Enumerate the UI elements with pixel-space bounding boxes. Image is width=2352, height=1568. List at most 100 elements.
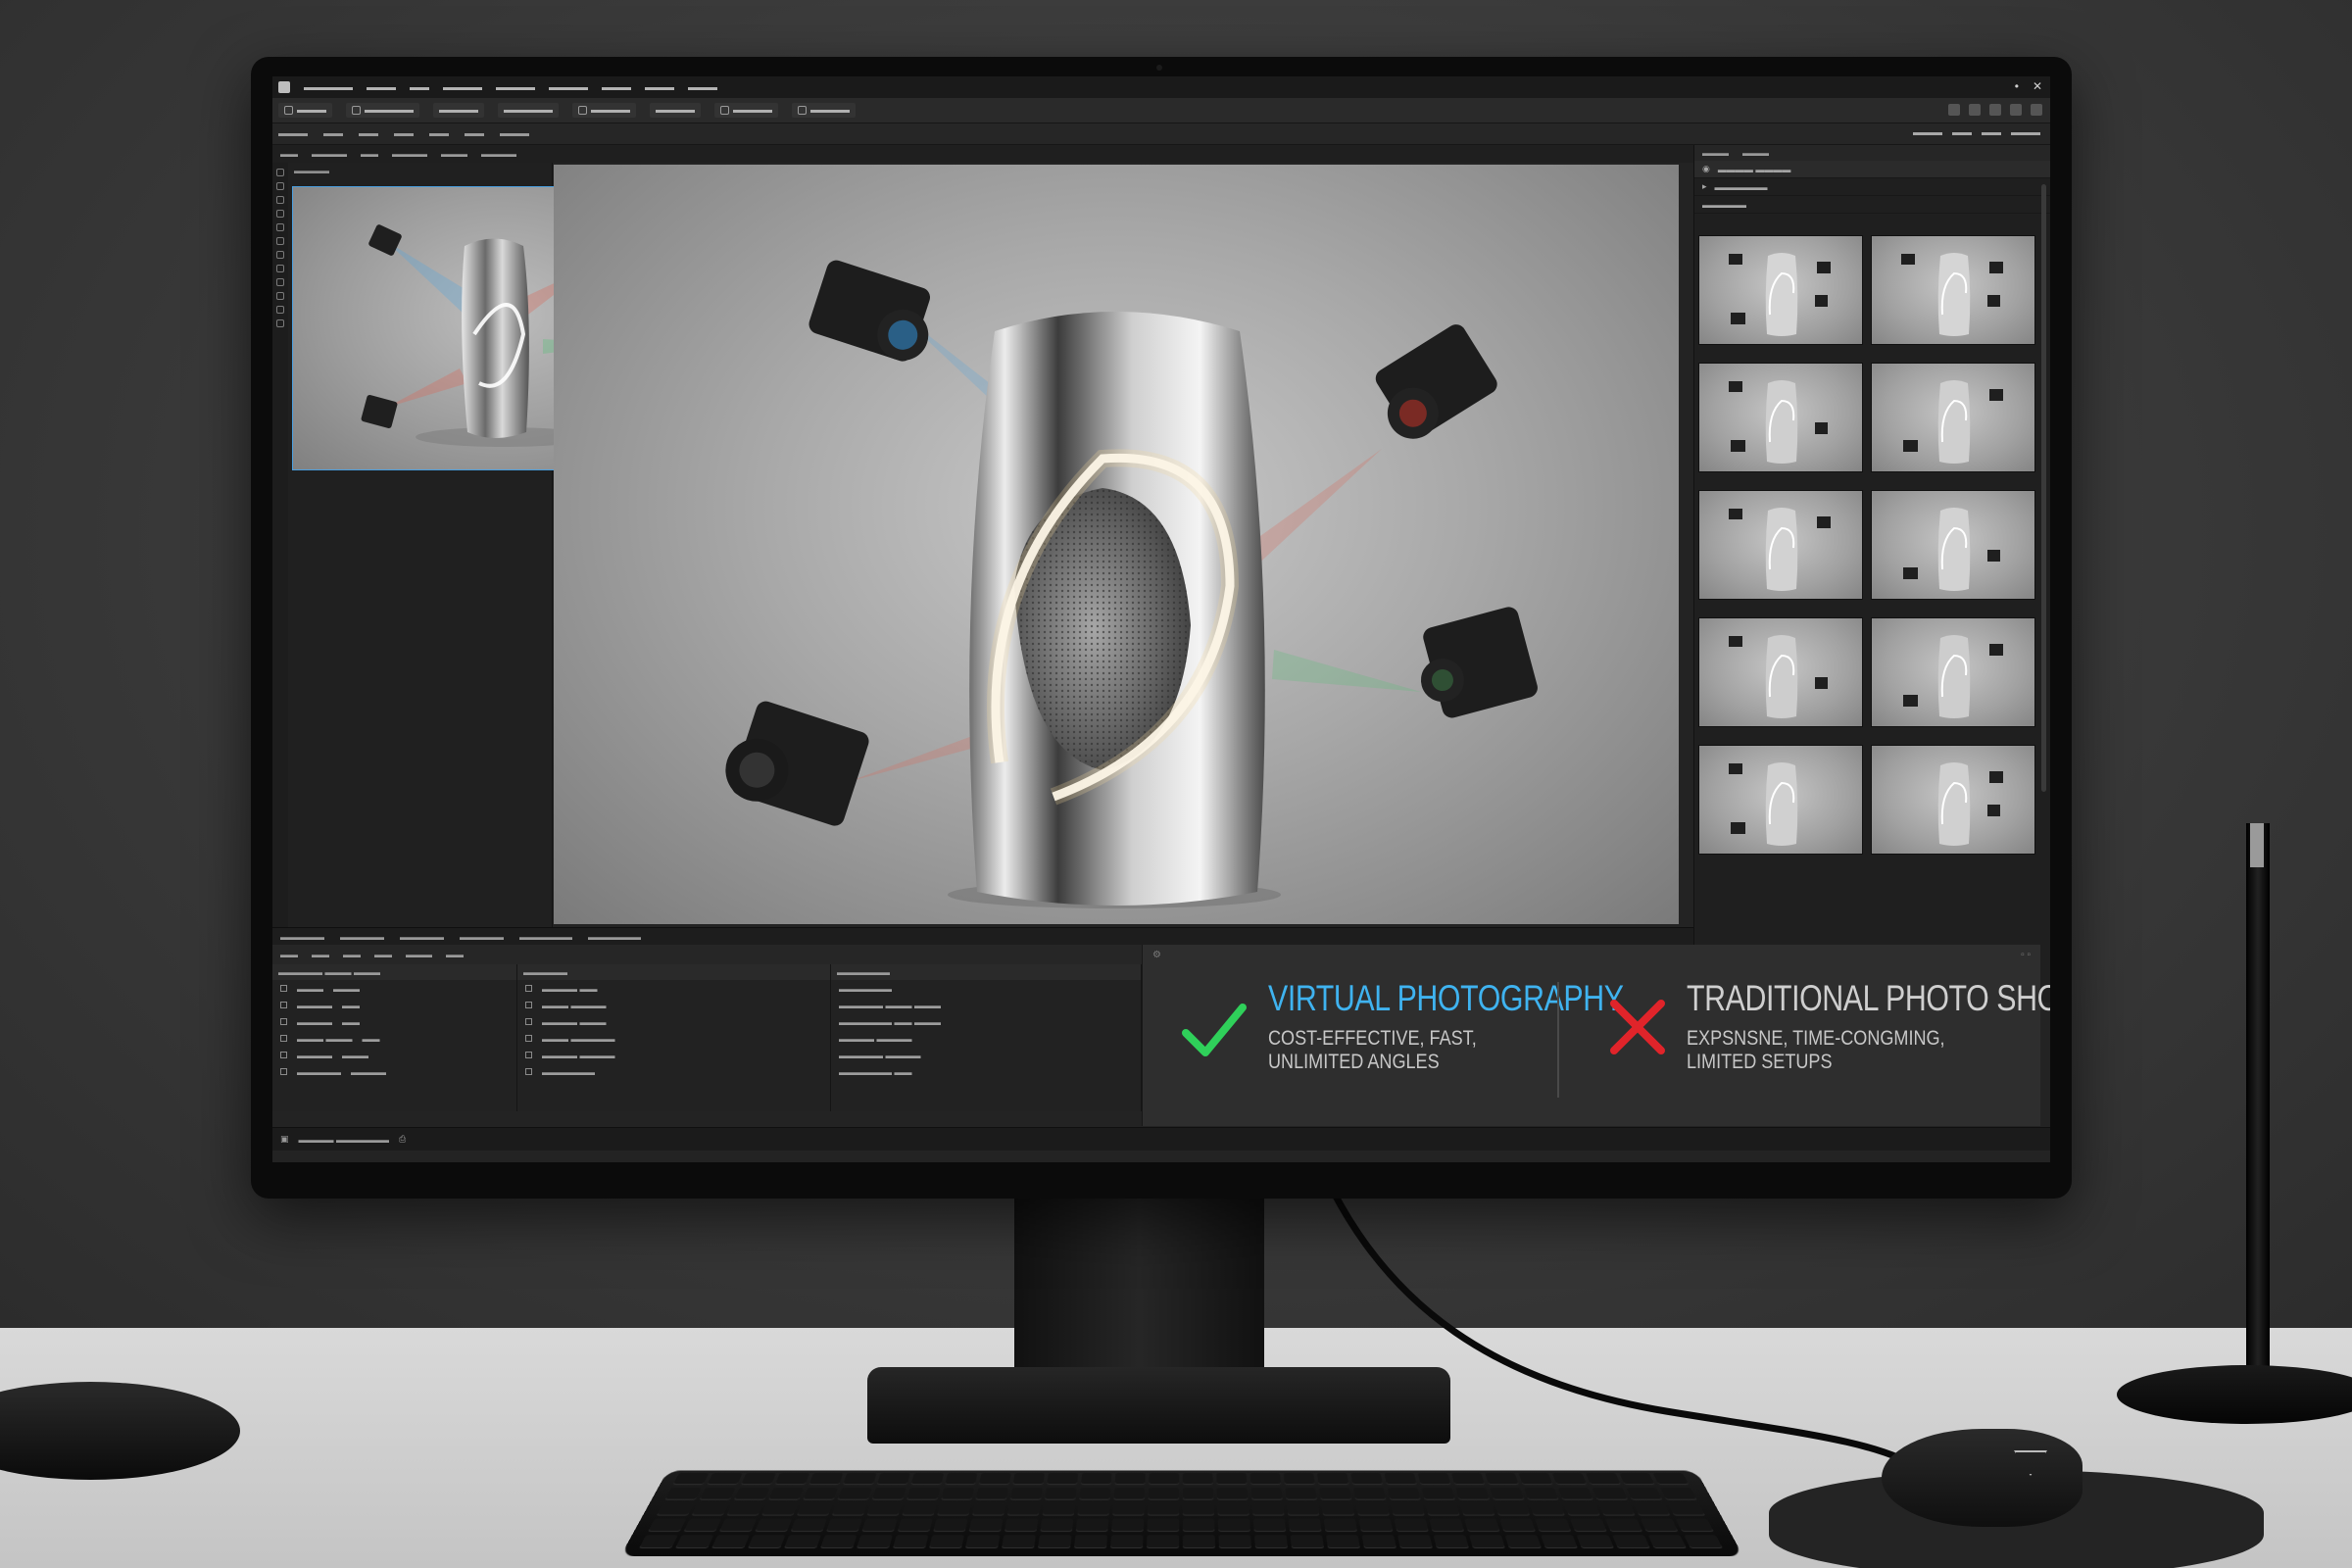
close-icon[interactable]: ✕ [2033, 79, 2042, 93]
render-thumbnail[interactable]: ▬▬▬▬ ▬▬▬ [1871, 745, 2035, 855]
scrollbar[interactable] [2041, 184, 2046, 792]
menu-item[interactable]: ▬▬▬ [602, 82, 631, 93]
toolbar-button[interactable]: ▬▬▬▬ [650, 103, 701, 118]
settings-icon[interactable]: ⚙ [1152, 950, 1161, 960]
layout-icon[interactable] [1948, 104, 1960, 116]
property-row[interactable]: ▬▬▬▬ ▬▬ [272, 1013, 516, 1030]
menu-item[interactable]: ▬▬▬▬▬ [304, 82, 353, 93]
eye-icon[interactable]: ◉ [1702, 164, 1710, 174]
toolbar-item[interactable]: ▬▬▬ [1913, 127, 1942, 138]
dot-icon[interactable]: • [2015, 79, 2019, 93]
menu-item[interactable]: ▬▬▬ [367, 82, 396, 93]
setting-row[interactable]: ▬▬▬ ▬▬▬▬▬ [517, 1030, 830, 1047]
toolbar-item[interactable]: ▬▬▬ [278, 128, 308, 139]
setting-row[interactable]: ▬▬▬ ▬▬▬▬ [517, 997, 830, 1013]
bottom-tab[interactable]: ▬▬▬▬▬ [280, 932, 324, 942]
tool-icon[interactable] [276, 223, 284, 231]
panel-tab[interactable]: ▬▬▬ [1742, 148, 1769, 158]
setting-row[interactable]: ▬▬▬▬ ▬▬▬▬ [517, 1047, 830, 1063]
render-thumbnail[interactable]: ▬▬▬▬ ▬▬▬ [1871, 617, 2035, 727]
tool-icon[interactable] [276, 210, 284, 218]
toolbar-item[interactable]: ▬▬ [1952, 127, 1972, 138]
toolbar-item[interactable]: ▬▬ [359, 128, 378, 139]
setting-row[interactable]: ▬▬▬▬▬ ▬▬▬▬ [831, 1047, 1141, 1063]
bottom-tab[interactable]: ▬▬▬▬▬ [340, 932, 384, 942]
toolbar-item[interactable]: ▬▬ [429, 128, 449, 139]
gear-icon[interactable] [2010, 104, 2022, 116]
tool-icon[interactable] [276, 169, 284, 176]
bottom-tab[interactable]: ▬▬▬▬▬▬ [588, 932, 641, 942]
panel-tab[interactable]: ▬▬▬ [1702, 148, 1729, 158]
render-thumbnail[interactable]: ▬▬▬▬ ▬▬▬ [1871, 490, 2035, 600]
toolbar-item[interactable]: ▬▬▬ [406, 950, 432, 959]
toolbar-item[interactable]: ▬▬ [312, 950, 329, 959]
toolbar-item[interactable]: ▬▬ [343, 950, 361, 959]
tool-icon[interactable] [276, 196, 284, 204]
tool-icon[interactable] [276, 292, 284, 300]
menu-item[interactable]: ▬▬▬▬ [443, 82, 482, 93]
render-thumbnail[interactable]: ▬▬▬▬ ▬▬▬ [1871, 235, 2035, 345]
setting-row[interactable]: ▬▬▬▬▬▬ ▬▬ [831, 1063, 1141, 1080]
tool-icon[interactable] [276, 237, 284, 245]
bottom-tab[interactable]: ▬▬▬▬▬▬ [519, 932, 572, 942]
grid-icon[interactable] [1969, 104, 1981, 116]
toolbar-button[interactable]: ▬▬▬▬ [572, 103, 636, 118]
tool-icon[interactable] [276, 278, 284, 286]
toolbar-button[interactable]: ▬▬▬▬▬ [346, 103, 419, 118]
tool-icon[interactable] [276, 306, 284, 314]
toolbar-button[interactable]: ▬▬▬▬▬ [498, 103, 559, 118]
mail-icon[interactable] [1989, 104, 2001, 116]
menu-item[interactable]: ▬▬▬▬ [496, 82, 535, 93]
setting-row[interactable]: ▬▬▬▬▬▬ [831, 980, 1141, 997]
tool-icon[interactable] [276, 265, 284, 272]
tool-icon[interactable] [276, 251, 284, 259]
toolbar-item[interactable]: ▬▬ [280, 950, 298, 959]
bottom-tab[interactable]: ▬▬▬▬▬ [400, 932, 444, 942]
toolbar-item[interactable]: ▬▬▬ [500, 128, 529, 139]
tool-icon[interactable] [276, 319, 284, 327]
toolbar-item[interactable]: ▬▬▬ [2011, 127, 2040, 138]
property-row[interactable]: ▬▬▬▬ ▬▬▬ [272, 1047, 516, 1063]
render-thumbnail[interactable]: ▬▬▬▬ ▬▬▬ [1698, 235, 1863, 345]
toolbar-button[interactable]: ▬▬▬▬ [433, 103, 484, 118]
setting-row[interactable]: ▬▬▬▬ ▬▬ [517, 980, 830, 997]
toolbar-button[interactable]: ▬▬▬▬ [714, 103, 778, 118]
main-3d-viewport[interactable] [554, 165, 1679, 924]
breadcrumb-item[interactable]: ▬▬ [361, 149, 378, 159]
tool-icon[interactable] [276, 182, 284, 190]
toolbar-item[interactable]: ▬▬ [446, 950, 464, 959]
menu-item[interactable]: ▬▬ [410, 82, 429, 93]
toolbar-item[interactable]: ▬▬ [465, 128, 484, 139]
breadcrumb-item[interactable]: ▬▬▬▬ [481, 149, 516, 159]
banner-controls[interactable]: ▫ ▫ [2021, 950, 2031, 960]
render-thumbnail[interactable]: ▬▬▬▬ ▬▬▬ [1698, 617, 1863, 727]
toolbar-item[interactable]: ▬▬ [394, 128, 414, 139]
setting-row[interactable]: ▬▬▬▬▬ ▬▬▬ ▬▬▬ [831, 997, 1141, 1013]
property-row[interactable]: ▬▬▬ ▬▬▬ [272, 980, 516, 997]
property-row[interactable]: ▬▬▬▬▬ ▬▬▬▬ [272, 1063, 516, 1080]
toolbar-item[interactable]: ▬▬ [323, 128, 343, 139]
breadcrumb-item[interactable]: ▬▬▬ [441, 149, 467, 159]
menu-item[interactable]: ▬▬▬▬ [549, 82, 588, 93]
setting-row[interactable]: ▬▬▬▬▬▬ ▬▬ ▬▬▬ [831, 1013, 1141, 1030]
toolbar-item[interactable]: ▬▬ [1982, 127, 2001, 138]
toolbar-item[interactable]: ▬▬ [374, 950, 392, 959]
breadcrumb-item[interactable]: ▬▬▬▬ [392, 149, 427, 159]
toolbar-button[interactable]: ▬▬▬▬ [792, 103, 856, 118]
setting-row[interactable]: ▬▬▬▬▬▬ [517, 1063, 830, 1080]
menu-item[interactable]: ▬▬▬ [645, 82, 674, 93]
refresh-icon[interactable] [2031, 104, 2042, 116]
bottom-tab[interactable]: ▬▬▬▬▬ [460, 932, 504, 942]
toolbar-button[interactable]: ▬▬▬ [278, 103, 332, 118]
status-button[interactable]: ⎙ [399, 1134, 406, 1145]
render-thumbnail[interactable]: ▬▬▬▬ ▬▬▬ [1698, 490, 1863, 600]
property-row[interactable]: ▬▬▬▬ ▬▬ [272, 997, 516, 1013]
breadcrumb-item[interactable]: ▬▬ [280, 149, 298, 159]
chevron-right-icon[interactable]: ▸ [1702, 181, 1707, 192]
setting-row[interactable]: ▬▬▬▬ ▬▬▬ [517, 1013, 830, 1030]
breadcrumb-item[interactable]: ▬▬▬▬ [312, 149, 347, 159]
render-thumbnail[interactable]: ▬▬▬▬ ▬▬▬ [1698, 363, 1863, 472]
render-thumbnail[interactable]: ▬▬▬▬ ▬▬▬ [1871, 363, 2035, 472]
layer-row[interactable]: ◉ ▬▬▬▬ ▬▬▬▬ [1694, 161, 2050, 178]
render-thumbnail[interactable]: ▬▬▬▬ ▬▬▬ [1698, 745, 1863, 855]
